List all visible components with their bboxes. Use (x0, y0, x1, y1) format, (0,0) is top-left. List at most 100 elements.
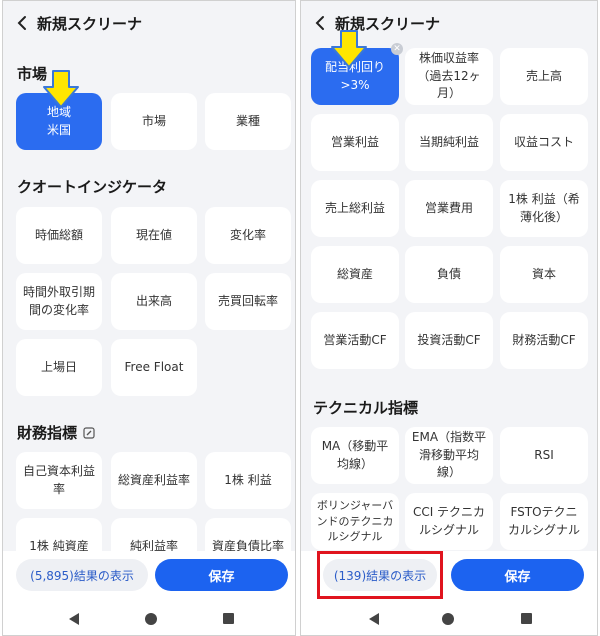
tile-label: ルシグナル (418, 522, 479, 537)
section-title-technical: テクニカル指標 (313, 399, 419, 417)
nav-home-icon[interactable] (144, 612, 158, 626)
android-nav-bar (3, 603, 295, 635)
tile-label: 地域 (46, 105, 71, 120)
tile-label: 売上総利益 (324, 200, 385, 215)
tile-liabilities[interactable]: 負債 (405, 246, 493, 303)
screener-panel-left: 新規スクリーナ 市場 地域米国 市場 業種 クオートインジケータ 時価総額 現在… (2, 0, 296, 636)
back-chevron-icon[interactable] (313, 15, 329, 31)
tile-label: 現在値 (135, 227, 172, 242)
tile-label: ボリンジャーバ (316, 498, 394, 512)
tile-label: 売買回転率 (217, 293, 278, 308)
tile-bollinger[interactable]: ボリンジャーバ ンドのテクニカ ルシグナル (311, 493, 399, 550)
tile-label: 営業活動CF (323, 332, 387, 347)
tile-listing-date[interactable]: 上場日 (16, 339, 102, 396)
tile-label: CCI テクニカ (412, 505, 486, 520)
tile-label: 滑移動平均 (418, 447, 479, 462)
tile-label: EMA（指数平 (411, 430, 487, 445)
clear-x-icon[interactable]: ✕ (391, 43, 403, 55)
tile-after-hours-change[interactable]: 時間外取引期 間の変化率 (16, 273, 102, 330)
tile-label: 当期純利益 (418, 134, 479, 149)
tile-label: 営業費用 (424, 200, 473, 215)
tile-sector[interactable]: 業種 (205, 93, 291, 150)
show-results-button[interactable]: (5,895)結果の表示 (16, 559, 148, 591)
tile-label: 間の変化率 (28, 302, 89, 317)
tile-fsto[interactable]: FSTOテクニ カルシグナル (500, 493, 588, 550)
tile-value: >3% (340, 77, 370, 92)
android-nav-bar (301, 603, 597, 635)
tile-label: 変化率 (229, 227, 266, 242)
section-title-quote: クオートインジケータ (17, 178, 168, 196)
tile-region[interactable]: 地域 米国 (16, 93, 102, 150)
tile-value: 米国 (46, 122, 71, 137)
nav-recents-icon[interactable] (520, 612, 533, 625)
tile-turnover[interactable]: 売買回転率 (205, 273, 291, 330)
section-title-market: 市場 (17, 65, 48, 83)
nav-back-icon[interactable] (367, 612, 381, 626)
tile-cci[interactable]: CCI テクニカ ルシグナル (405, 493, 493, 550)
tile-market[interactable]: 市場 (111, 93, 197, 150)
tile-gross-profit[interactable]: 売上総利益 (311, 180, 399, 237)
header: 新規スクリーナ (3, 1, 295, 45)
tile-label: FSTOテクニ (510, 505, 578, 520)
save-button[interactable]: 保存 (451, 559, 584, 591)
tile-diluted-eps[interactable]: 1株 利益（希 薄化後） (500, 180, 588, 237)
tile-label: 時間外取引期 (22, 285, 95, 300)
tile-label: ルシグナル (327, 530, 383, 544)
header: 新規スクリーナ (301, 1, 597, 45)
tile-financing-cf[interactable]: 財務活動CF (500, 312, 588, 369)
tile-label: 率 (52, 481, 65, 496)
tile-label: 自己資本利益 (22, 464, 95, 479)
nav-home-icon[interactable] (441, 612, 455, 626)
tile-equity[interactable]: 資本 (500, 246, 588, 303)
tile-volume[interactable]: 出来高 (111, 273, 197, 330)
tile-label: 株価収益率 (418, 51, 479, 66)
tile-label: MA（移動平 (321, 439, 389, 454)
tile-label: Free Float (124, 359, 184, 374)
tile-operating-cf[interactable]: 営業活動CF (311, 312, 399, 369)
tile-operating-income[interactable]: 営業利益 (311, 114, 399, 171)
tile-label: RSI (534, 447, 554, 462)
tile-ma[interactable]: MA（移動平 均線） (311, 427, 399, 484)
tile-change-rate[interactable]: 変化率 (205, 207, 291, 264)
tile-label: カルシグナル (507, 522, 580, 537)
tile-label: 業種 (235, 113, 260, 128)
tile-roa[interactable]: 総資産利益率 (111, 452, 197, 509)
tile-label: 時価総額 (34, 227, 83, 242)
save-button[interactable]: 保存 (155, 559, 288, 591)
tile-label: 上場日 (40, 359, 77, 374)
edit-icon[interactable] (83, 426, 95, 439)
tile-revenue[interactable]: 売上高 (500, 48, 588, 105)
section-title-text: 財務指標 (17, 424, 78, 442)
tile-pe-ratio[interactable]: 株価収益率 （過去12ヶ 月） (405, 48, 493, 105)
tile-net-income[interactable]: 当期純利益 (405, 114, 493, 171)
nav-recents-icon[interactable] (222, 612, 235, 625)
tile-label: （過去12ヶ (417, 68, 481, 83)
tile-investing-cf[interactable]: 投資活動CF (405, 312, 493, 369)
red-highlight-box (317, 551, 443, 599)
tile-roe[interactable]: 自己資本利益率 (16, 452, 102, 509)
tile-operating-expenses[interactable]: 営業費用 (405, 180, 493, 237)
tile-market-cap[interactable]: 時価総額 (16, 207, 102, 264)
back-chevron-icon[interactable] (15, 15, 31, 31)
tile-label: 市場 (141, 113, 166, 128)
tile-ema[interactable]: EMA（指数平 滑移動平均 線） (405, 427, 493, 484)
tile-price[interactable]: 現在値 (111, 207, 197, 264)
tile-label: 投資活動CF (417, 332, 481, 347)
tile-dividend-yield[interactable]: 配当利回り >3% ✕ (311, 43, 403, 105)
tile-label: 月） (436, 86, 461, 101)
tile-label: 配当利回り (324, 60, 385, 75)
tile-cost-of-revenue[interactable]: 収益コスト (500, 114, 588, 171)
nav-back-icon[interactable] (67, 612, 81, 626)
tile-rsi[interactable]: RSI (500, 427, 588, 484)
tile-label: 収益コスト (513, 134, 574, 149)
tile-label: 均線） (336, 456, 373, 471)
screener-panel-right: 新規スクリーナ 配当利回り >3% ✕ 株価収益率 （過去12ヶ 月） 売上高 営業利… (300, 0, 598, 636)
tile-total-assets[interactable]: 総資産 (311, 246, 399, 303)
tile-label: 売上高 (525, 68, 562, 83)
tile-label: 財務活動CF (512, 332, 576, 347)
tile-free-float[interactable]: Free Float (111, 339, 197, 396)
tile-label: 1株 利益 (224, 472, 272, 487)
tile-eps[interactable]: 1株 利益 (205, 452, 291, 509)
bottom-action-bar: (139)結果の表示 保存 (301, 551, 597, 603)
tile-label: ンドのテクニカ (316, 514, 394, 528)
